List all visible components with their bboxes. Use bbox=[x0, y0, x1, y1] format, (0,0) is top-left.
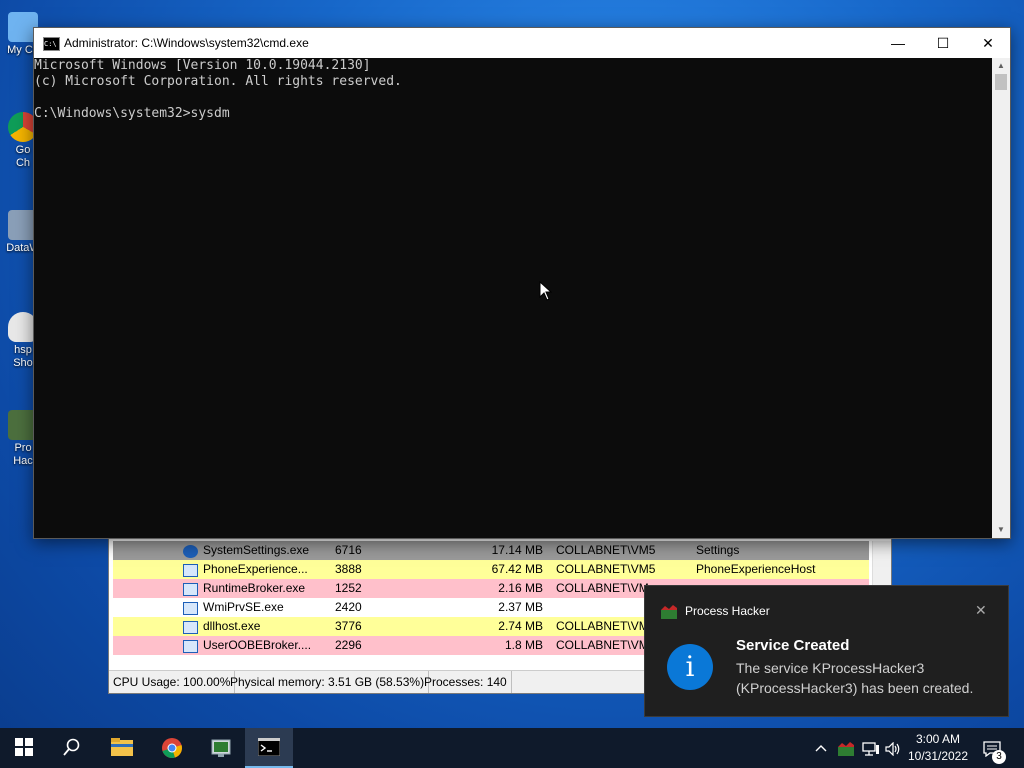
process-pid: 3888 bbox=[335, 562, 362, 576]
network-tray-button[interactable] bbox=[862, 728, 880, 768]
scroll-thumb[interactable] bbox=[995, 74, 1007, 90]
notification-count-badge: 3 bbox=[992, 750, 1006, 764]
toast-title: Service Created bbox=[736, 637, 850, 654]
scroll-down-icon[interactable]: ▼ bbox=[992, 522, 1010, 538]
title-bar[interactable]: C:\ Administrator: C:\Windows\system32\c… bbox=[34, 28, 1010, 58]
process-memory: 2.74 MB bbox=[498, 619, 543, 633]
console-line: Microsoft Windows [Version 10.0.19044.21… bbox=[34, 58, 371, 73]
volume-tray-button[interactable] bbox=[885, 728, 901, 768]
chevron-up-icon bbox=[815, 745, 827, 752]
process-name: WmiPrvSE.exe bbox=[203, 600, 284, 614]
table-row[interactable]: SystemSettings.exe 6716 17.14 MB COLLABN… bbox=[113, 541, 869, 560]
physical-memory: Physical memory: 3.51 GB (58.53%) bbox=[226, 671, 430, 693]
process-pid: 2296 bbox=[335, 638, 362, 652]
process-user: COLLABNET\VM5 bbox=[556, 562, 656, 576]
process-memory: 67.42 MB bbox=[491, 562, 543, 576]
chrome-icon bbox=[162, 738, 182, 758]
process-memory: 17.14 MB bbox=[491, 543, 543, 557]
close-button[interactable]: ✕ bbox=[965, 28, 1011, 58]
windows-logo-icon bbox=[15, 738, 33, 756]
process-hacker-icon bbox=[838, 741, 854, 756]
process-pid: 6716 bbox=[335, 543, 362, 557]
window-title: Administrator: C:\Windows\system32\cmd.e… bbox=[64, 36, 309, 50]
process-description: PhoneExperienceHost bbox=[696, 562, 816, 576]
file-explorer-button[interactable] bbox=[98, 728, 146, 768]
process-name: dllhost.exe bbox=[203, 619, 261, 633]
cmd-taskbar-button[interactable] bbox=[245, 728, 293, 768]
cmd-icon: C:\ bbox=[43, 37, 60, 51]
process-name: UserOOBEBroker.... bbox=[203, 638, 312, 652]
process-name: RuntimeBroker.exe bbox=[203, 581, 306, 595]
scroll-up-icon[interactable]: ▲ bbox=[992, 58, 1010, 74]
toast-app-name: Process Hacker bbox=[685, 604, 770, 618]
process-memory: 2.16 MB bbox=[498, 581, 543, 595]
toast-body: The service KProcessHacker3 (KProcessHac… bbox=[736, 660, 974, 696]
search-button[interactable] bbox=[48, 728, 96, 768]
app-icon bbox=[183, 636, 199, 659]
cmd-window[interactable]: C:\ Administrator: C:\Windows\system32\c… bbox=[33, 27, 1011, 539]
table-row[interactable]: PhoneExperience... 3888 67.42 MB COLLABN… bbox=[113, 560, 869, 579]
process-name: PhoneExperience... bbox=[203, 562, 308, 576]
process-memory: 1.8 MB bbox=[504, 638, 543, 652]
console-line: (c) Microsoft Corporation. All rights re… bbox=[34, 74, 402, 89]
taskbar-clock[interactable]: 3:00 AM 10/31/2022 bbox=[906, 731, 970, 765]
taskbar: 3:00 AM 10/31/2022 3 bbox=[0, 728, 1024, 768]
clock-time: 3:00 AM bbox=[915, 732, 961, 746]
process-hacker-icon bbox=[661, 605, 677, 619]
process-hacker-tray-button[interactable] bbox=[838, 728, 854, 768]
console-prompt-line[interactable]: C:\Windows\system32>sysdm bbox=[34, 106, 992, 122]
process-pid: 3776 bbox=[335, 619, 362, 633]
clock-date: 10/31/2022 bbox=[907, 749, 969, 763]
process-user: COLLABNET\VM5 bbox=[556, 543, 656, 557]
cmd-icon bbox=[257, 737, 281, 757]
folder-icon bbox=[111, 738, 133, 756]
info-icon: i bbox=[667, 644, 713, 690]
chrome-button[interactable] bbox=[148, 728, 196, 768]
show-hidden-icons-button[interactable] bbox=[815, 728, 827, 768]
search-icon bbox=[63, 738, 80, 756]
process-pid: 1252 bbox=[335, 581, 362, 595]
process-count: Processes: 140 bbox=[420, 671, 512, 693]
process-description: Settings bbox=[696, 543, 740, 557]
minimize-button[interactable]: — bbox=[875, 28, 921, 58]
process-hacker-taskbar-button[interactable] bbox=[197, 728, 245, 768]
notification-toast[interactable]: Process Hacker ✕ i Service Created The s… bbox=[644, 585, 1009, 717]
console-output[interactable]: Microsoft Windows [Version 10.0.19044.21… bbox=[34, 58, 992, 538]
network-icon bbox=[862, 741, 879, 756]
speaker-icon bbox=[885, 741, 900, 757]
cpu-usage: CPU Usage: 100.00% bbox=[109, 671, 236, 693]
process-name: SystemSettings.exe bbox=[203, 543, 310, 557]
maximize-button[interactable]: ☐ bbox=[920, 28, 966, 58]
console-scrollbar[interactable]: ▲ ▼ bbox=[992, 58, 1010, 538]
toast-close-icon[interactable]: ✕ bbox=[975, 602, 987, 619]
process-hacker-icon bbox=[211, 739, 231, 757]
start-button[interactable] bbox=[0, 728, 48, 768]
process-pid: 2420 bbox=[335, 600, 362, 614]
process-memory: 2.37 MB bbox=[498, 600, 543, 614]
